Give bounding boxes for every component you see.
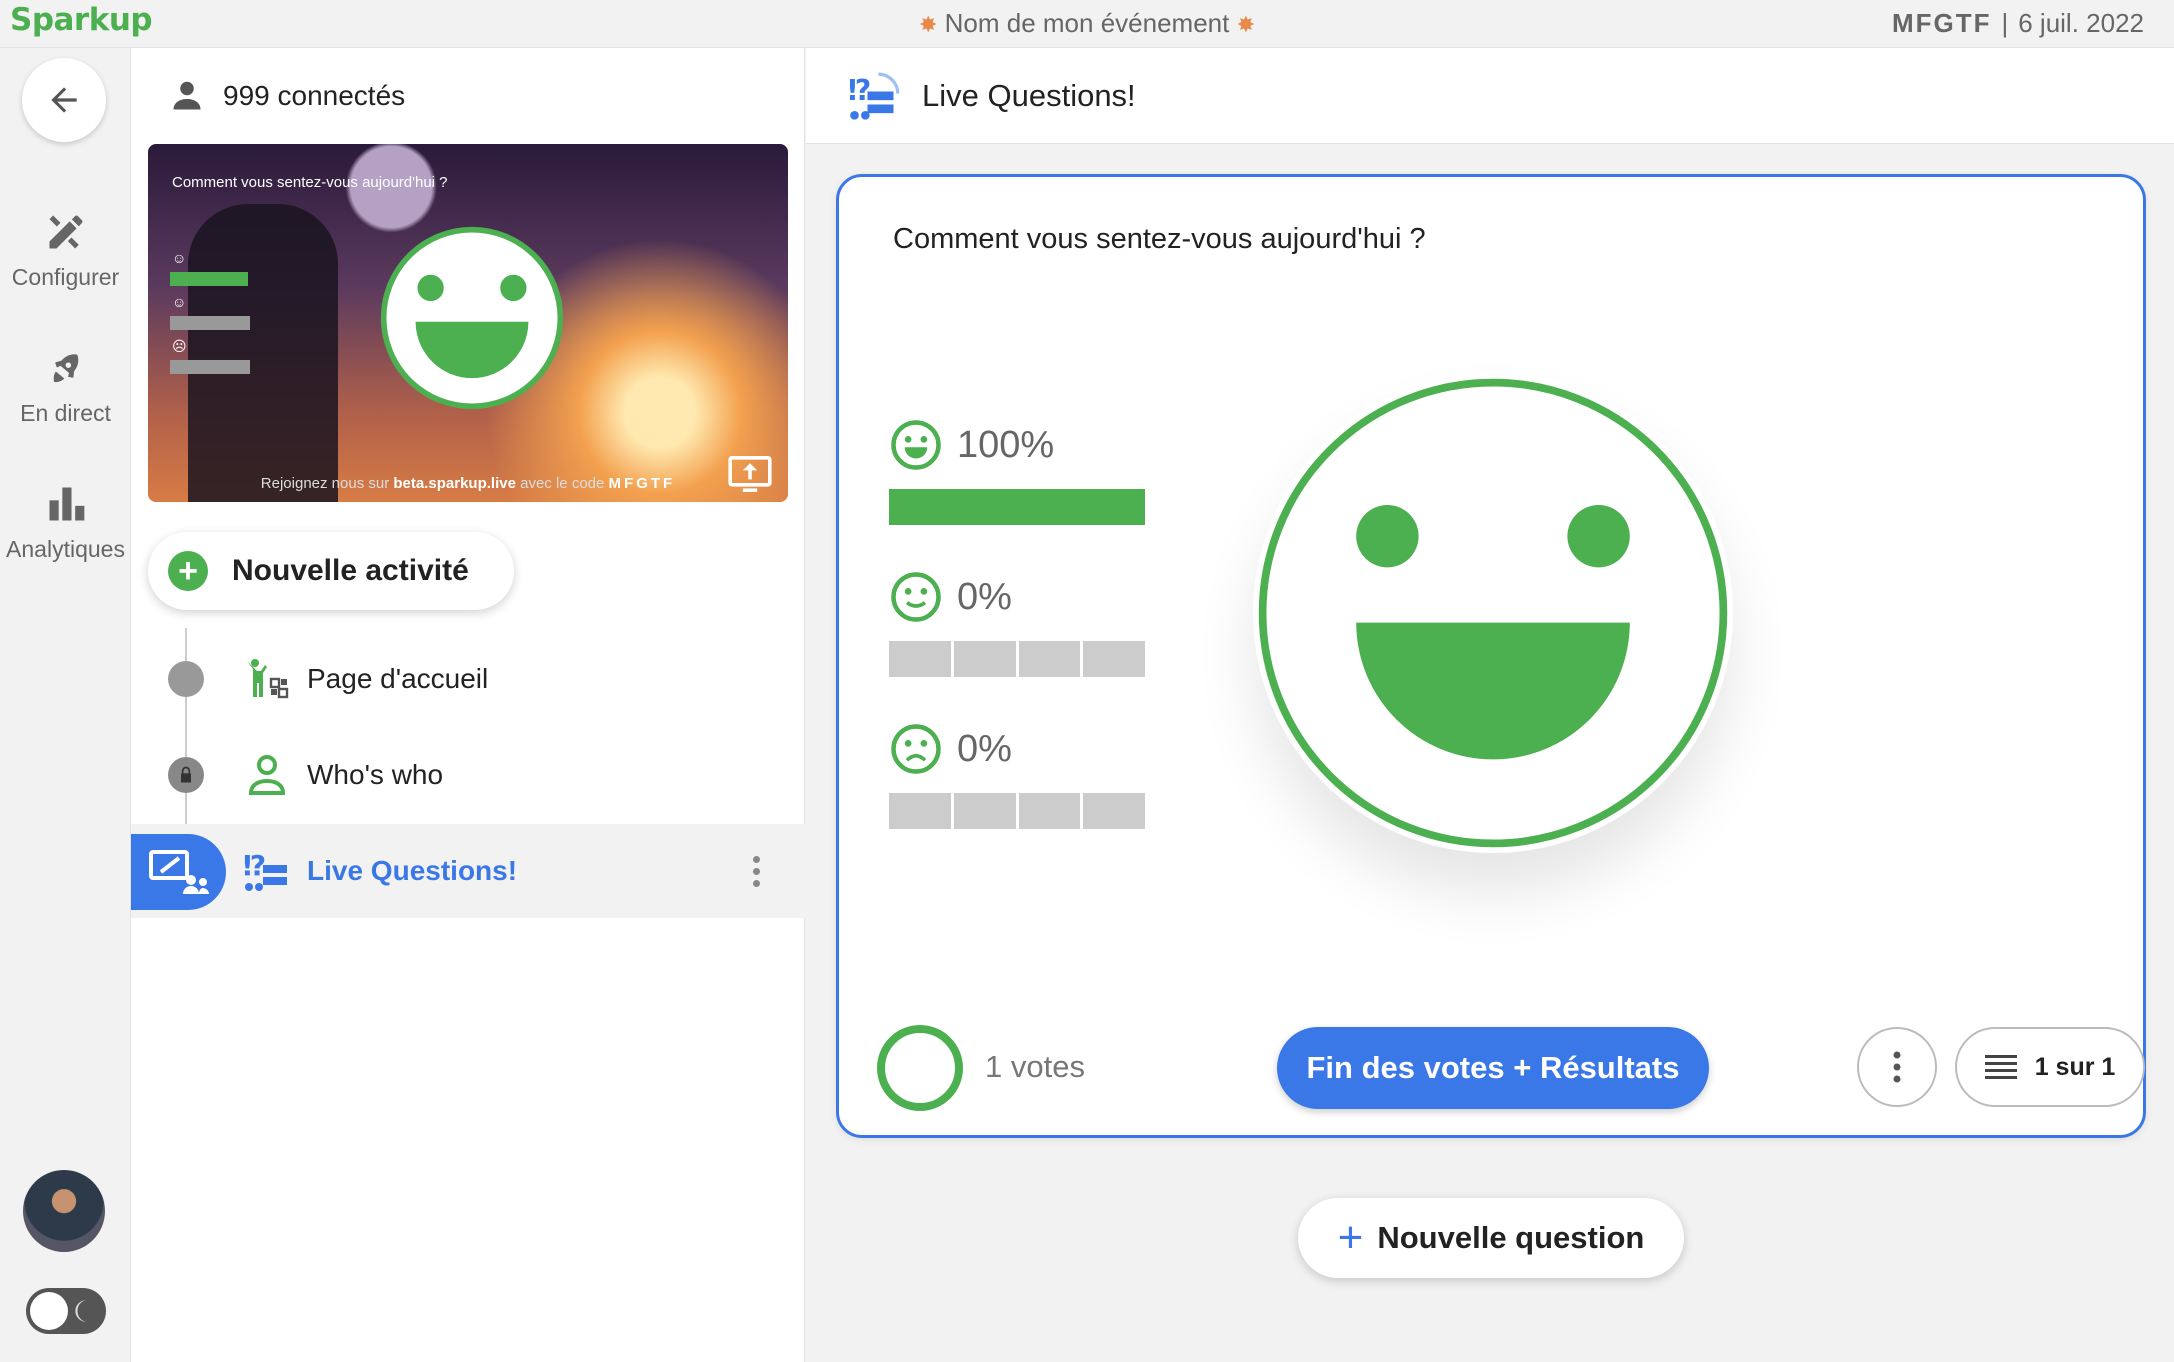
connected-label: 999 connectés xyxy=(223,80,406,111)
new-question-label: Nouvelle question xyxy=(1377,1220,1645,1255)
option-percent: 0% xyxy=(957,727,1012,770)
event-code: MFGTF xyxy=(1891,8,1992,38)
activity-item-whos-who[interactable]: Who's who xyxy=(131,728,805,822)
spark-icon: ✸ xyxy=(918,12,938,37)
lock-badge xyxy=(168,757,204,793)
preview-bar xyxy=(170,272,248,286)
more-options-button[interactable] xyxy=(1857,1027,1937,1107)
more-vertical-icon xyxy=(1893,1051,1901,1083)
svg-text:⁉: ⁉ xyxy=(243,849,266,882)
preview-smiley-icon xyxy=(380,226,564,410)
question-card: Comment vous sentez-vous aujourd'hui ? 1… xyxy=(836,174,2146,1138)
list-icon xyxy=(1984,1055,2017,1079)
preview-happy-icon: ☺ xyxy=(172,250,187,266)
user-avatar[interactable] xyxy=(23,1170,105,1252)
lock-icon xyxy=(181,766,191,783)
moon-icon xyxy=(75,1300,87,1322)
separator: | xyxy=(2001,8,2009,38)
presenter-icon xyxy=(148,850,209,894)
option-bar-filled xyxy=(889,489,1145,525)
sad-face-icon xyxy=(891,724,941,774)
person-outline-icon xyxy=(248,755,286,795)
live-questions-icon: ⁉ xyxy=(243,849,287,891)
event-title-text: Nom de mon événement xyxy=(944,8,1230,38)
activity-label: Live Questions! xyxy=(307,855,518,886)
activity-column: 999 connectés Comment vous sentez-vous a… xyxy=(131,48,805,1362)
preview-bar xyxy=(170,316,250,330)
big-smiley-icon xyxy=(1258,378,1728,848)
tools-icon xyxy=(49,215,82,249)
plus-icon: + xyxy=(168,551,208,591)
footer-code: MFGTF xyxy=(608,475,676,492)
nav-label: Configurer xyxy=(11,264,120,290)
nav-en-direct[interactable]: En direct xyxy=(0,346,131,427)
option-bar-empty xyxy=(889,793,1145,829)
preview-bar xyxy=(170,360,250,374)
preview-neutral-icon: ☺ xyxy=(172,294,187,310)
spark-icon: ✸ xyxy=(1236,12,1256,37)
preview-silhouette xyxy=(188,204,338,502)
activity-label: Who's who xyxy=(307,759,444,790)
dark-mode-toggle[interactable] xyxy=(26,1288,106,1334)
toggle-knob xyxy=(30,1292,68,1330)
preview-footer: Rejoignez nous sur beta.sparkup.live ave… xyxy=(148,475,788,492)
panel-title: Live Questions! xyxy=(922,78,1136,113)
rocket-icon xyxy=(53,354,78,383)
arrow-left-icon xyxy=(51,87,77,113)
option-bar-empty xyxy=(889,641,1145,677)
screen-preview[interactable]: Comment vous sentez-vous aujourd'hui ? ☺… xyxy=(148,144,788,502)
activity-item-page-accueil[interactable]: Page d'accueil xyxy=(131,632,805,726)
new-activity-button[interactable]: + Nouvelle activité xyxy=(148,532,514,610)
poll-option: 100% xyxy=(889,417,1149,525)
votes-progress-ring xyxy=(877,1025,963,1111)
event-date: 6 juil. 2022 xyxy=(2018,8,2144,38)
bar-chart-icon xyxy=(49,487,84,521)
votes-count: 1 votes xyxy=(985,1049,1085,1084)
happy-face-icon xyxy=(891,420,941,470)
pagination-label: 1 sur 1 xyxy=(2034,1052,2116,1081)
screen-share-icon[interactable] xyxy=(728,456,772,492)
neutral-face-icon xyxy=(891,572,941,622)
event-info: MFGTF | 6 juil. 2022 xyxy=(1892,8,2144,39)
nav-label: En direct xyxy=(20,400,111,426)
question-text: Comment vous sentez-vous aujourd'hui ? xyxy=(893,223,1426,255)
footer-prefix: Rejoignez nous sur xyxy=(260,475,390,492)
top-bar: Sparkup ✸ Nom de mon événement ✸ MFGTF | 6… xyxy=(0,0,2174,48)
footer-mid: avec le code xyxy=(520,475,605,492)
nav-label: Analytiques xyxy=(6,536,125,562)
plus-icon: + xyxy=(1337,1213,1364,1262)
option-percent: 0% xyxy=(957,575,1012,618)
back-button[interactable] xyxy=(22,58,106,142)
preview-question: Comment vous sentez-vous aujourd'hui ? xyxy=(172,174,448,191)
person-icon xyxy=(173,81,201,110)
panel-header: ⁉ Live Questions! xyxy=(806,48,2174,144)
activity-menu-button[interactable] xyxy=(751,855,761,887)
activity-item-live-questions[interactable]: ⁉ Live Questions! xyxy=(131,824,805,918)
poll-option: 0% xyxy=(889,721,1149,829)
nav-analytiques[interactable]: Analytiques xyxy=(0,482,131,563)
end-votes-button[interactable]: Fin des votes + Résultats xyxy=(1277,1027,1709,1109)
new-question-button[interactable]: + Nouvelle question xyxy=(1298,1198,1684,1278)
poll-option: 0% xyxy=(889,569,1149,677)
live-presenting-badge[interactable] xyxy=(131,834,226,910)
nav-configurer[interactable]: Configurer xyxy=(0,210,131,291)
left-nav: Configurer En direct Analytiques xyxy=(0,48,131,1362)
activity-label: Page d'accueil xyxy=(307,663,489,694)
event-title: ✸ Nom de mon événement ✸ xyxy=(0,8,2174,39)
question-list-button[interactable]: 1 sur 1 xyxy=(1955,1027,2145,1107)
preview-sad-icon: ☹ xyxy=(172,338,187,354)
svg-text:⁉: ⁉ xyxy=(848,74,871,107)
connected-count: 999 connectés xyxy=(169,78,405,114)
footer-url: beta.sparkup.live xyxy=(393,475,516,492)
live-questions-icon: ⁉ xyxy=(848,72,900,120)
main-panel: ⁉ Live Questions! Comment vous sentez-vo… xyxy=(806,48,2174,1362)
option-percent: 100% xyxy=(957,423,1055,466)
activity-status-dot xyxy=(168,661,204,697)
new-activity-label: Nouvelle activité xyxy=(232,554,469,587)
welcome-qr-icon xyxy=(247,659,289,699)
